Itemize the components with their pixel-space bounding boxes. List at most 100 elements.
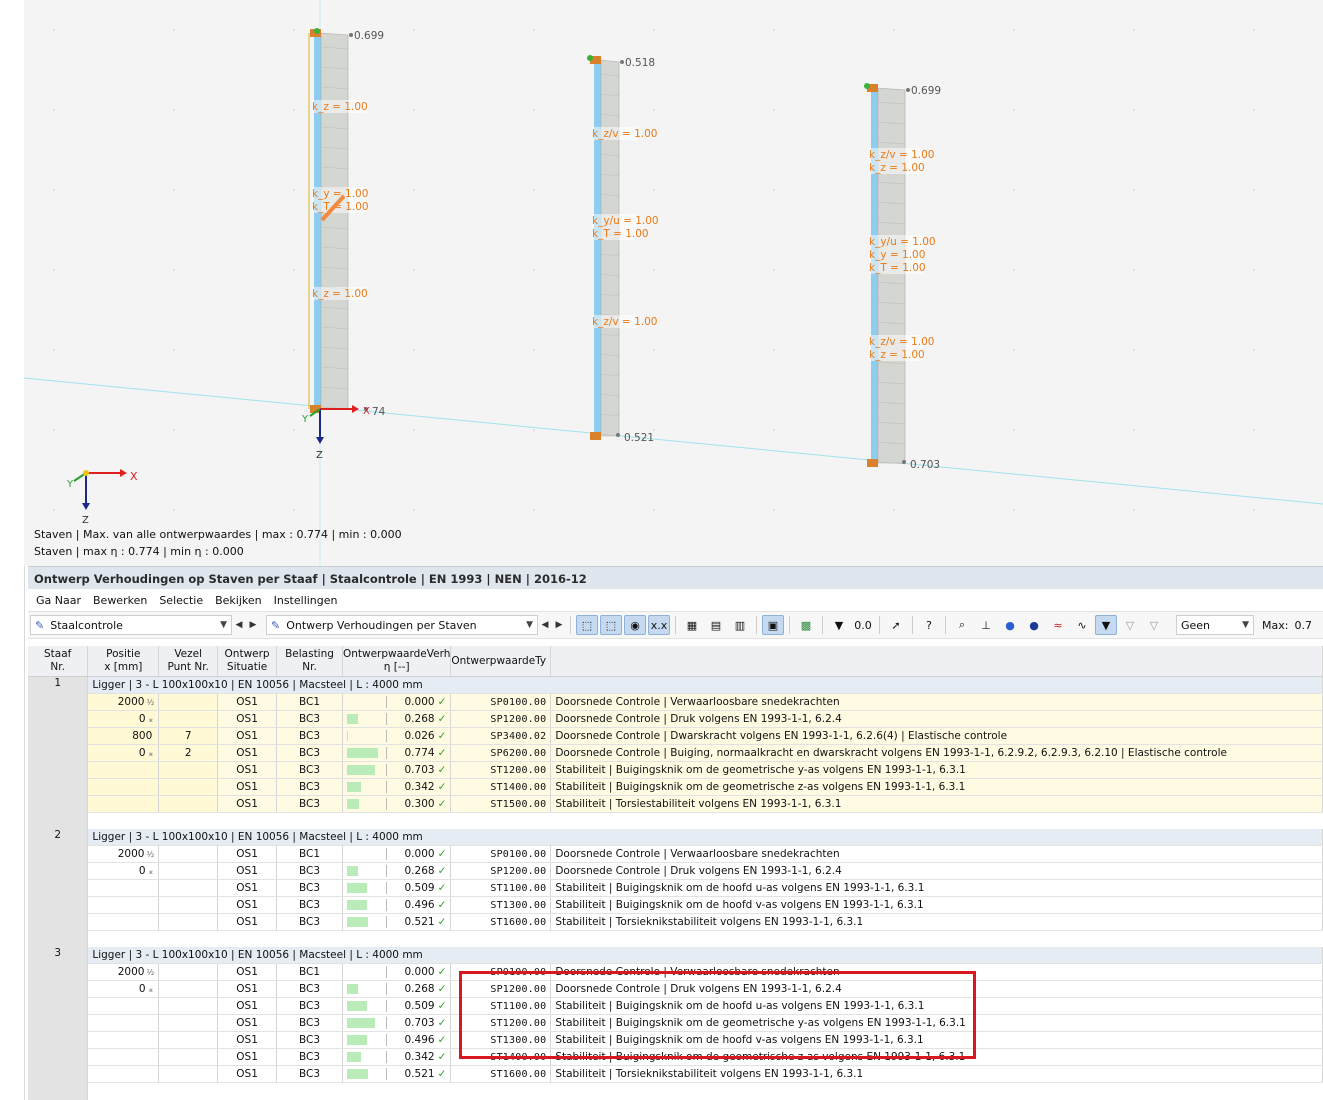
buckling-factor-label: k_T = 1.00 (592, 228, 649, 240)
member-top-value: 0.699 (354, 30, 384, 42)
view-eye-icon[interactable]: ◉ (624, 615, 646, 635)
table-export-icon[interactable]: ▤ (705, 615, 727, 635)
position-value: 2000 (117, 848, 145, 860)
fiber-point-cell (158, 710, 219, 728)
ratio-cell: 0.521 ✓ (342, 1065, 452, 1083)
support-node[interactable] (590, 432, 601, 440)
excel-export-icon[interactable]: ▩ (795, 615, 817, 635)
member-bar[interactable] (871, 88, 878, 463)
axis-icon[interactable]: ⊥ (975, 615, 997, 635)
steel-member-1[interactable]: 0.69974k_z = 1.00k_y = 1.00k_T = 1.00k_z… (310, 29, 386, 418)
next-arrow-icon[interactable]: ▶ (552, 620, 566, 630)
next-arrow-icon[interactable]: ▶ (246, 620, 260, 630)
table-row[interactable]: OS1 BC3 0.496 ✓ ST1300.00 Stabiliteit | Buigi… (28, 896, 1323, 914)
member-icon[interactable]: ≈ (1047, 615, 1069, 635)
table-row[interactable]: 0 ⌅ 2 OS1 BC3 0.774 ✓ SP6200.00 Doorsnede Contro… (28, 744, 1323, 762)
table-row[interactable]: OS1 BC3 0.521 ✓ ST1600.00 Stabiliteit | Torsi… (28, 1065, 1323, 1083)
member-bar[interactable] (314, 33, 321, 409)
buckling-factor-label: k_y/u = 1.00 (869, 236, 936, 248)
deformation-icon[interactable]: ∿ (1071, 615, 1093, 635)
menu-bekijken[interactable]: Bekijken (209, 594, 268, 607)
design-situation-cell: OS1 (217, 693, 278, 711)
check-ok-icon: ✓ (437, 1034, 447, 1046)
steel-member-2[interactable]: 0.518 0.521 k_z/v = 1.00 k_y/u = 1.00k_T = … (590, 56, 659, 444)
check-description: Stabiliteit | Buigingsknik om de hoofd u… (550, 879, 1323, 897)
check-description: Stabiliteit | Buigingsknik om de hoofd v… (550, 896, 1323, 914)
ratio-diagram (877, 87, 906, 464)
position-symbol: ⌅ (147, 749, 155, 758)
filter-active-icon[interactable]: ▼ (1095, 615, 1117, 635)
local-axis-label-z: Z (316, 450, 323, 461)
menu-instellingen[interactable]: Instellingen (268, 594, 344, 607)
member-bar[interactable] (594, 60, 601, 436)
load-case-cell: BC3 (276, 744, 343, 762)
table-row[interactable]: OS1 BC3 0.521 ✓ ST1600.00 Stabiliteit | Torsi… (28, 913, 1323, 931)
position-value: 0 (138, 983, 146, 995)
member-group-header[interactable]: 2 Ligger | 3 - L 100x100x10 | EN 10056 | … (28, 829, 1323, 931)
menu-bewerken[interactable]: Bewerken (87, 594, 153, 607)
table-row[interactable]: 800 7 OS1 BC3 0.026 ✓ SP3400.02 Doorsnede Contr… (28, 727, 1323, 745)
decimal-format-icon[interactable]: x.x (648, 615, 670, 635)
member-group-header[interactable]: 3 Ligger | 3 - L 100x100x10 | EN 10056 | … (28, 947, 1323, 1083)
table-row[interactable]: 0 ⌅ OS1 BC3 0.268 ✓ SP1200.00 Doorsnede Control… (28, 710, 1323, 728)
ratio-cell: 0.509 ✓ (342, 997, 452, 1015)
menu-selectie[interactable]: Selectie (153, 594, 209, 607)
buckling-factor-label: k_y = 1.00 (869, 249, 925, 261)
col-situatie[interactable]: Ontwerp Situatie (217, 646, 278, 677)
member-group-header[interactable]: 1 Ligger | 3 - L 100x100x10 | EN 10056 | … (28, 676, 1323, 813)
member-top-value: 0.699 (911, 85, 941, 97)
buckling-factor-label: k_z/v = 1.00 (592, 128, 657, 140)
filter-clear-icon[interactable]: ▽ (1119, 615, 1141, 635)
col-belasting[interactable]: Belasting Nr. (276, 646, 343, 677)
prev-arrow-icon[interactable]: ◀ (538, 620, 552, 630)
fiber-point-cell: 7 (158, 727, 219, 745)
table-row[interactable]: OS1 BC3 0.342 ✓ ST1400.00 Stabiliteit | Buigi… (28, 778, 1323, 796)
model-canvas[interactable]: 0.69974k_z = 1.00k_y = 1.00k_T = 1.00k_z… (24, 0, 1323, 566)
table-row[interactable]: OS1 BC3 0.300 ✓ ST1500.00 Stabiliteit | Torsi… (28, 795, 1323, 813)
table-import-icon[interactable]: ▥ (729, 615, 751, 635)
filter-icon[interactable]: ▼ (828, 615, 850, 635)
design-situation-cell: OS1 (217, 761, 278, 779)
table-row[interactable]: 2000 ½ OS1 BC1 0.000 ✓ SP0100.00 Doorsnede Cont… (28, 693, 1323, 711)
load-case-cell: BC1 (276, 693, 343, 711)
position-cell (87, 896, 160, 914)
module-select[interactable]: ✎ Staalcontrole ▼ (30, 615, 232, 635)
3d-viewport[interactable]: 0.699 74 k_z = 1.00 k_y = 1.00 k_T = 1.00 k_z… (24, 0, 1323, 566)
prev-arrow-icon[interactable]: ◀ (232, 620, 246, 630)
col-positie[interactable]: Positie x [mm] (87, 646, 160, 677)
table-row[interactable]: 2000 ½ OS1 BC1 0.000 ✓ SP0100.00 Doorsnede Cont… (28, 845, 1323, 863)
column-settings-icon[interactable]: ▣ (762, 615, 784, 635)
table-row[interactable]: OS1 BC3 0.509 ✓ ST1100.00 Stabiliteit | Buigi… (28, 879, 1323, 897)
member-number[interactable]: 2 (28, 829, 89, 931)
design-situation-cell: OS1 (217, 795, 278, 813)
view-select[interactable]: ✎ Ontwerp Verhoudingen per Staven ▼ (266, 615, 538, 635)
pointer-select-icon[interactable]: ➚ (885, 615, 907, 635)
table-icon[interactable]: ▦ (681, 615, 703, 635)
ratio-value: 0.300 (404, 798, 435, 810)
support-node[interactable] (867, 459, 878, 467)
select-all-icon[interactable]: ⬚ (600, 615, 622, 635)
member-number[interactable]: 3 (28, 947, 89, 1083)
position-value: 2000 (117, 966, 145, 978)
select-member-icon[interactable]: ⬚ (576, 615, 598, 635)
col-staaf[interactable]: Staaf Nr. (28, 646, 89, 677)
menu-ga-naar[interactable]: Ga Naar (30, 594, 87, 607)
filter-pin-icon[interactable]: ▽ (1143, 615, 1165, 635)
table-row[interactable]: 0 ⌅ OS1 BC3 0.268 ✓ SP1200.00 Doorsnede Control… (28, 862, 1323, 880)
position-symbol: ⌅ (147, 715, 155, 724)
table-row[interactable]: OS1 BC3 0.703 ✓ ST1200.00 Stabiliteit | Buigi… (28, 761, 1323, 779)
member-number[interactable]: 1 (28, 676, 89, 813)
col-ratio[interactable]: OntwerpwaardeVerh η [--] (342, 646, 452, 677)
member-description: Ligger | 3 - L 100x100x10 | EN 10056 | M… (87, 676, 1323, 694)
value-filter-icon[interactable]: 0.0 (852, 615, 874, 635)
design-situation-cell: OS1 (217, 1031, 278, 1049)
info-alert-icon[interactable]: ● (1023, 615, 1045, 635)
help-icon[interactable]: ? (918, 615, 940, 635)
panel-toolbar: ✎ Staalcontrole ▼ ◀ ▶ ✎ Ontwerp Verhoudi… (28, 611, 1323, 639)
filter-select[interactable]: Geen ▼ (1176, 615, 1254, 635)
col-vezel[interactable]: Vezel Punt Nr. (158, 646, 219, 677)
col-type[interactable]: OntwerpwaardeTy (450, 646, 552, 677)
steel-member-3[interactable]: 0.6990.703k_z/v = 1.00k_z = 1.00k_y/u = … (867, 84, 941, 471)
info-icon[interactable]: ● (999, 615, 1021, 635)
search-icon[interactable]: ⌕ (951, 615, 973, 635)
